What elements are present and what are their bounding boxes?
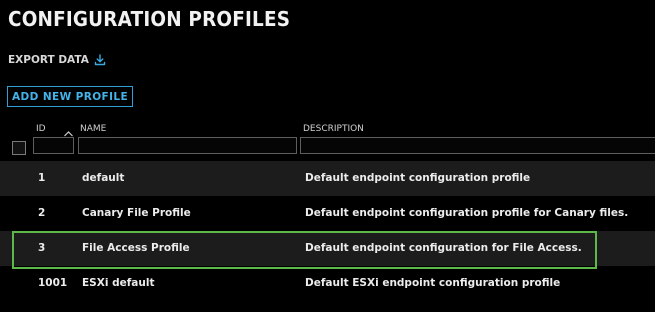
id-filter-input[interactable] xyxy=(33,137,74,154)
row-id: 2 xyxy=(38,207,46,219)
export-data-button[interactable]: EXPORT DATA xyxy=(8,54,106,66)
row-id: 3 xyxy=(38,242,46,254)
chevron-up-icon[interactable] xyxy=(63,124,74,137)
column-header-id[interactable]: ID xyxy=(36,124,46,134)
row-description: Default endpoint configuration for File … xyxy=(305,242,582,254)
row-name: File Access Profile xyxy=(82,242,190,254)
row-name: Canary File Profile xyxy=(82,207,191,219)
row-description: Default endpoint configuration profile f… xyxy=(305,207,629,219)
page-title: CONFIGURATION PROFILES xyxy=(8,7,291,31)
row-id: 1 xyxy=(38,172,46,184)
column-header-name[interactable]: NAME xyxy=(80,124,106,134)
table-row[interactable]: 1 default Default endpoint configuration… xyxy=(0,161,655,196)
row-name: default xyxy=(82,172,125,184)
download-icon xyxy=(94,54,106,66)
row-id: 1001 xyxy=(38,277,68,289)
add-new-profile-button[interactable]: ADD NEW PROFILE xyxy=(7,86,134,107)
table-row[interactable]: 1001 ESXi default Default ESXi endpoint … xyxy=(0,266,655,301)
select-all-checkbox[interactable] xyxy=(12,141,26,155)
row-description: Default ESXi endpoint configuration prof… xyxy=(305,277,561,289)
description-filter-input[interactable] xyxy=(300,137,655,154)
configuration-profiles-page: CONFIGURATION PROFILES EXPORT DATA ADD N… xyxy=(0,0,655,312)
row-description: Default endpoint configuration profile xyxy=(305,172,531,184)
name-filter-input[interactable] xyxy=(78,137,297,154)
table-row[interactable]: 2 Canary File Profile Default endpoint c… xyxy=(0,196,655,231)
table-row[interactable]: 3 File Access Profile Default endpoint c… xyxy=(0,231,655,266)
column-header-description[interactable]: DESCRIPTION xyxy=(303,124,364,134)
row-name: ESXi default xyxy=(82,277,155,289)
export-data-label: EXPORT DATA xyxy=(8,54,89,66)
profiles-table-body: 1 default Default endpoint configuration… xyxy=(0,161,655,301)
